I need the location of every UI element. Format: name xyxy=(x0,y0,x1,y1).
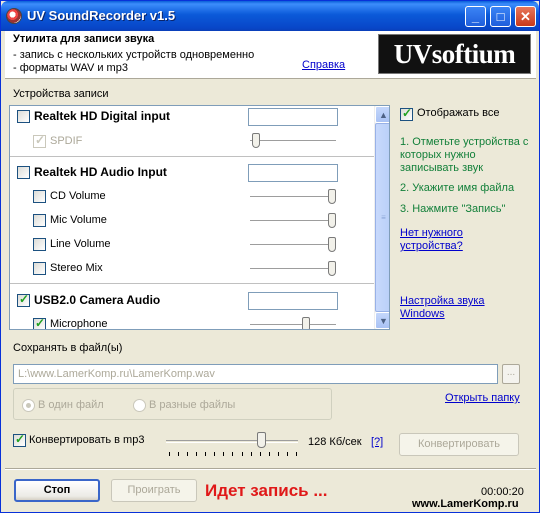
device-filename-field[interactable] xyxy=(248,164,338,182)
device-divider xyxy=(10,283,374,284)
volume-slider[interactable] xyxy=(252,133,260,148)
volume-slider[interactable] xyxy=(302,317,310,329)
device-divider xyxy=(10,156,374,157)
input-name: Line Volume xyxy=(50,238,111,250)
device-name: Realtek HD Digital input xyxy=(34,109,171,123)
devices-section-label: Устройства записи xyxy=(13,88,109,100)
input-row: CD Volume xyxy=(10,185,374,209)
volume-track xyxy=(250,196,336,198)
separate-files-label[interactable]: В разные файлы xyxy=(149,399,235,411)
instruction-step-2: 2. Укажите имя файла xyxy=(400,182,515,194)
device-row: USB2.0 Camera Audio xyxy=(10,289,374,313)
volume-track xyxy=(250,244,336,246)
volume-track xyxy=(250,268,336,270)
scroll-down-arrow-icon[interactable]: ▼ xyxy=(375,312,389,329)
file-path-input[interactable]: L:\www.LamerKomp.ru\LamerKomp.wav xyxy=(13,364,498,384)
input-row: SPDIF xyxy=(10,130,374,154)
device-level-meter xyxy=(248,292,338,310)
input-checkbox[interactable] xyxy=(33,214,46,227)
header-banner: Утилита для записи звука - запись с неск… xyxy=(5,31,536,79)
devices-list: Realtek HD Digital input SPDIF Realtek H… xyxy=(9,105,390,330)
input-name: CD Volume xyxy=(50,190,106,202)
instruction-step-1: 1. Отметьте устройства с которых нужно з… xyxy=(400,136,529,174)
show-all-label[interactable]: Отображать все xyxy=(417,107,500,119)
scroll-thumb[interactable]: ≡ xyxy=(375,123,389,312)
maximize-button[interactable]: □ xyxy=(490,6,511,27)
convert-mp3-label[interactable]: Конвертировать в mp3 xyxy=(29,434,144,446)
input-checkbox[interactable] xyxy=(33,190,46,203)
single-file-label[interactable]: В один файл xyxy=(38,399,104,411)
save-section-label: Сохранять в файл(ы) xyxy=(13,342,123,354)
volume-slider[interactable] xyxy=(328,189,336,204)
stop-button[interactable]: Стоп xyxy=(14,479,100,502)
device-name: USB2.0 Camera Audio xyxy=(34,293,161,307)
input-name: Stereo Mix xyxy=(50,262,103,274)
missing-device-link[interactable]: Нет нужного устройства? xyxy=(400,227,480,253)
input-name: Microphone xyxy=(50,318,108,330)
device-row: Realtek HD Digital input xyxy=(10,106,374,130)
input-row: Microphone xyxy=(10,313,374,330)
device-checkbox[interactable] xyxy=(17,110,30,123)
convert-mp3-checkbox[interactable] xyxy=(13,432,26,447)
scroll-up-arrow-icon[interactable]: ▲ xyxy=(375,106,389,123)
volume-track xyxy=(250,220,336,222)
volume-slider[interactable] xyxy=(328,237,336,252)
footer-divider xyxy=(5,468,536,470)
input-checkbox[interactable] xyxy=(33,316,46,329)
volume-track xyxy=(250,324,336,326)
bitrate-help-link[interactable]: [?] xyxy=(371,436,383,448)
uvsoftium-logo: UVsoftium xyxy=(378,34,531,74)
minimize-button[interactable]: _ xyxy=(465,6,486,27)
title-bar[interactable]: UV SoundRecorder v1.5 _ □ ✕ xyxy=(1,1,539,31)
volume-track xyxy=(250,140,336,142)
bitrate-slider[interactable] xyxy=(257,432,267,448)
input-name: Mic Volume xyxy=(50,214,107,226)
app-window: UV SoundRecorder v1.5 _ □ ✕ Утилита для … xyxy=(0,0,540,513)
file-mode-group: В один файл В разные файлы xyxy=(13,388,332,420)
separate-files-radio[interactable] xyxy=(133,399,146,412)
recording-status: Идет запись ... xyxy=(205,481,328,500)
input-checkbox xyxy=(33,133,46,148)
device-row: Realtek HD Audio Input xyxy=(10,161,374,185)
volume-slider[interactable] xyxy=(328,261,336,276)
input-checkbox[interactable] xyxy=(33,262,46,275)
header-title: Утилита для записи звука xyxy=(13,33,155,45)
device-checkbox[interactable] xyxy=(17,292,30,307)
recording-timer: 00:00:20 xyxy=(481,486,524,498)
bitrate-value: 128 Кб/сек xyxy=(308,436,362,448)
open-folder-link[interactable]: Открыть папку xyxy=(445,392,520,404)
header-feature-1: - запись с нескольких устройств одноврем… xyxy=(13,49,255,61)
single-file-radio[interactable] xyxy=(22,399,35,412)
bitrate-track xyxy=(166,440,298,443)
volume-slider[interactable] xyxy=(328,213,336,228)
sound-settings-link[interactable]: Настройка звука Windows xyxy=(400,295,500,321)
bitrate-ticks xyxy=(169,452,297,456)
input-row: Line Volume xyxy=(10,233,374,257)
device-name: Realtek HD Audio Input xyxy=(34,165,167,179)
site-watermark: www.LamerKomp.ru xyxy=(412,498,519,510)
devices-scrollbar[interactable]: ▲ ≡ ▼ xyxy=(374,106,389,329)
instruction-step-3: 3. Нажмите "Запись" xyxy=(400,203,506,215)
input-row: Stereo Mix xyxy=(10,257,374,281)
input-name: SPDIF xyxy=(50,135,83,147)
browse-button[interactable]: ... xyxy=(502,364,520,384)
show-all-checkbox[interactable] xyxy=(400,106,413,121)
window-title: UV SoundRecorder v1.5 xyxy=(27,8,176,23)
device-checkbox[interactable] xyxy=(17,166,30,179)
help-link[interactable]: Справка xyxy=(302,59,345,71)
app-icon[interactable] xyxy=(6,8,22,24)
play-button[interactable]: Проиграть xyxy=(111,479,197,502)
input-checkbox[interactable] xyxy=(33,238,46,251)
close-button[interactable]: ✕ xyxy=(515,6,536,27)
header-feature-2: - форматы WAV и mp3 xyxy=(13,62,128,74)
convert-button[interactable]: Конвертировать xyxy=(399,433,519,456)
input-row: Mic Volume xyxy=(10,209,374,233)
device-filename-field[interactable] xyxy=(248,108,338,126)
